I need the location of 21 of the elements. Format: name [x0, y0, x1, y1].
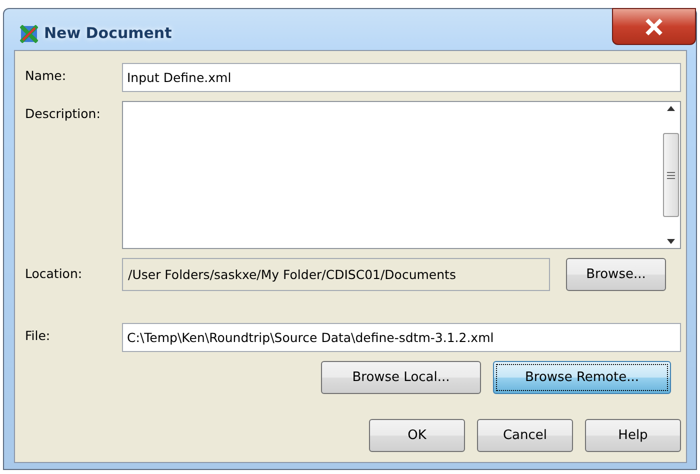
- browse-remote-button[interactable]: Browse Remote...: [493, 361, 671, 394]
- browse-local-button[interactable]: Browse Local...: [321, 361, 481, 394]
- close-icon: [643, 18, 665, 36]
- grip-icon: [667, 172, 675, 178]
- window-title: New Document: [44, 24, 172, 42]
- down-arrow-icon: [667, 239, 675, 244]
- field-label: Name:: [25, 67, 68, 85]
- app-icon: [20, 25, 38, 43]
- field-label: File:: [25, 327, 52, 345]
- name-field[interactable]: Input Define.xml: [122, 63, 681, 92]
- field-label: Location:: [25, 265, 84, 283]
- close-button[interactable]: [612, 8, 696, 45]
- cancel-button[interactable]: Cancel: [477, 419, 573, 452]
- location-field: /User Folders/saskxe/My Folder/CDISC01/Documents: [122, 258, 550, 291]
- up-arrow-icon: [667, 106, 675, 111]
- ok-button[interactable]: OK: [369, 419, 465, 452]
- description-field[interactable]: [122, 101, 681, 249]
- file-field[interactable]: C:\Temp\Ken\Roundtrip\Source Data\define-sdtm-3.1.2.xml: [122, 323, 681, 352]
- help-button[interactable]: Help: [585, 419, 681, 452]
- field-label: Description:: [25, 105, 102, 123]
- browse-button[interactable]: Browse...: [566, 258, 666, 291]
